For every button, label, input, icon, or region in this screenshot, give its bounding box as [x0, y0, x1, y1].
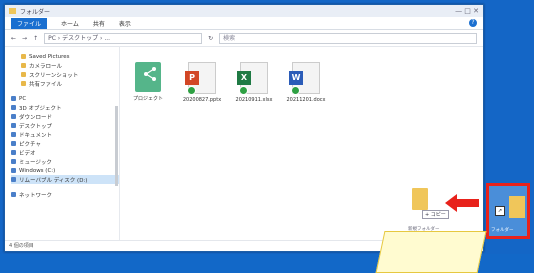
file-item[interactable]: X 20210911.xlsx: [234, 62, 274, 103]
navigation-pane: Saved Pictures カメラロールスクリーンショット 共有ファイル PC 3D …: [5, 46, 120, 241]
title-bar: フォルダー — □ ✕: [5, 5, 483, 17]
sync-check-icon: [187, 86, 196, 95]
desktop-folder-label: フォルダー: [491, 228, 514, 233]
sidebar-item-label: 共有ファイル: [29, 81, 63, 88]
sidebar-item-label: ドキュメント: [19, 132, 53, 139]
back-icon[interactable]: ←: [11, 35, 16, 42]
sidebar-item[interactable]: Saved Pictures: [11, 52, 119, 61]
folder-icon: [11, 96, 16, 101]
file-name: 20211201.docx: [286, 97, 326, 103]
sidebar-item[interactable]: PC: [11, 94, 119, 103]
sidebar-item-label: ミュージック: [19, 159, 52, 166]
sidebar-item[interactable]: 3D オブジェクト: [11, 103, 119, 112]
file-name: 20200827.pptx: [182, 97, 222, 103]
window-title: フォルダー: [20, 8, 51, 16]
folder-icon: [11, 141, 16, 146]
folder-icon: [509, 196, 525, 218]
sidebar-item[interactable]: リムーバブル ディスク (D:): [11, 175, 119, 184]
shortcut-arrow-icon: ↗: [495, 206, 505, 216]
folder-icon: [11, 132, 16, 137]
folder-icon: [21, 81, 26, 86]
scrollbar[interactable]: [115, 106, 118, 186]
sync-check-icon: [291, 86, 300, 95]
sidebar-item[interactable]: ピクチャ: [11, 139, 119, 148]
folder-icon: [11, 192, 16, 197]
sidebar-item-label: 3D オブジェクト: [19, 105, 62, 112]
word-icon: W: [289, 62, 320, 95]
sidebar-item-label: Windows (C:): [19, 167, 56, 174]
folder-icon: [412, 188, 428, 210]
file-item[interactable]: プロジェクト: [128, 62, 168, 102]
folder-icon: [11, 177, 16, 182]
sidebar-item[interactable]: スクリーンショット: [11, 70, 119, 79]
file-name: プロジェクト: [132, 96, 163, 102]
ribbon: ファイル ホーム 共有 表示 ?: [5, 17, 483, 30]
folder-icon: [11, 105, 16, 110]
address-input[interactable]: PC › デスクトップ › ...: [44, 32, 203, 44]
folder-icon: [11, 168, 16, 173]
search-input[interactable]: 検索: [219, 32, 477, 44]
sidebar-item-label: PC: [19, 95, 27, 102]
sidebar-item[interactable]: ビデオ: [11, 148, 119, 157]
folder-icon: [11, 114, 16, 119]
excel-icon: X: [237, 62, 268, 95]
folder-icon: [9, 8, 16, 14]
sidebar-item-label: Saved Pictures: [29, 53, 70, 60]
sidebar-item[interactable]: ダウンロード: [11, 112, 119, 121]
desktop-folder-shortcut[interactable]: ↗ フォルダー: [486, 183, 530, 239]
file-item[interactable]: P 20200827.pptx: [182, 62, 222, 103]
sync-check-icon: [239, 86, 248, 95]
powerpoint-icon: P: [185, 62, 216, 95]
folder-icon: [21, 54, 26, 59]
up-icon[interactable]: ↑: [33, 35, 38, 42]
sidebar-item[interactable]: デスクトップ: [11, 121, 119, 130]
sidebar-item-label: ピクチャ: [19, 141, 41, 148]
sidebar-item[interactable]: ミュージック: [11, 157, 119, 166]
folder-icon: [11, 123, 16, 128]
address-bar: ← → ↑ PC › デスクトップ › ... ↻ 検索: [5, 30, 483, 47]
file-name: 20210911.xlsx: [235, 97, 273, 103]
tab-file[interactable]: ファイル: [11, 17, 48, 29]
sidebar-item-label: ネットワーク: [19, 192, 53, 199]
sidebar-item-label: ビデオ: [19, 150, 36, 157]
folder-icon: [11, 150, 16, 155]
sidebar-item-label: リムーバブル ディスク (D:): [19, 177, 88, 184]
tab-share[interactable]: 共有: [93, 19, 105, 28]
sidebar-item-label: ダウンロード: [19, 114, 53, 121]
sidebar-item[interactable]: ネットワーク: [11, 190, 119, 199]
tab-home[interactable]: ホーム: [61, 19, 79, 28]
arrow-left-icon: [445, 194, 479, 212]
file-item[interactable]: W 20211201.docx: [286, 62, 326, 103]
sidebar-item[interactable]: ドキュメント: [11, 130, 119, 139]
forward-icon[interactable]: →: [22, 35, 27, 42]
folder-icon: [21, 63, 26, 68]
refresh-icon[interactable]: ↻: [208, 35, 213, 42]
sidebar-item[interactable]: 共有ファイル: [11, 79, 119, 88]
folder-icon: [21, 72, 26, 77]
sidebar-item-label: スクリーンショット: [29, 72, 79, 79]
sidebar-item-label: カメラロール: [29, 63, 63, 70]
window-controls[interactable]: — □ ✕: [455, 7, 479, 15]
shared-folder-icon: [135, 62, 161, 92]
help-icon[interactable]: ?: [469, 19, 477, 27]
sidebar-item[interactable]: カメラロール: [11, 61, 119, 70]
sidebar-item[interactable]: Windows (C:): [11, 166, 119, 175]
tab-view[interactable]: 表示: [119, 19, 131, 28]
callout-bubble: [375, 231, 487, 273]
folder-icon: [11, 159, 16, 164]
sidebar-item-label: デスクトップ: [19, 123, 53, 130]
